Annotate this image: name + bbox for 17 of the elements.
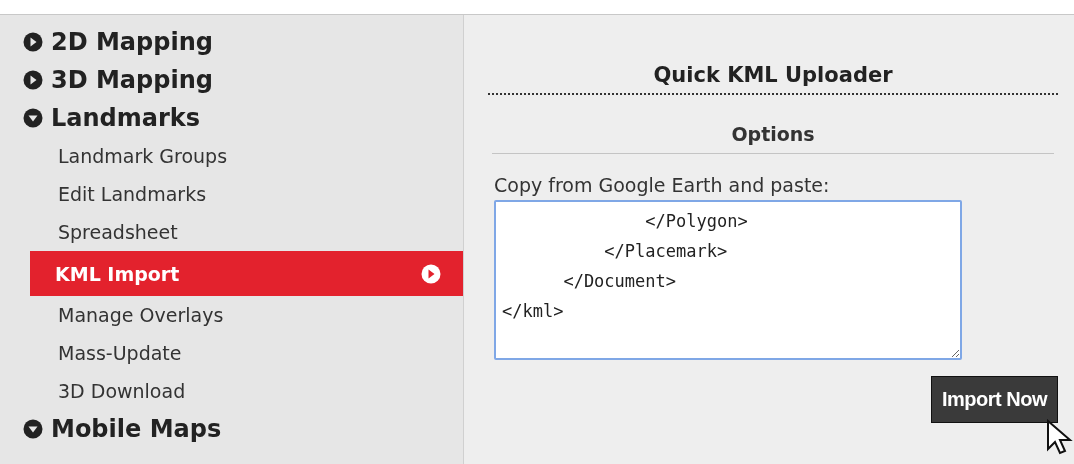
section-heading: Options [492, 123, 1054, 154]
menu-section[interactable]: 2D Mapping [19, 23, 463, 61]
play-icon [421, 263, 441, 284]
menu-item[interactable]: Landmark Groups [30, 137, 463, 175]
menu-item[interactable]: 3D Download [30, 372, 463, 410]
menu-item[interactable]: Mass-Update [30, 334, 463, 372]
menu-item[interactable]: Spreadsheet [30, 213, 463, 251]
menu-item[interactable]: KML Import [30, 251, 463, 296]
menu-section[interactable]: 3D Mapping [19, 61, 463, 99]
menu-item[interactable]: Edit Landmarks [30, 175, 463, 213]
import-button[interactable]: Import Now [931, 376, 1058, 423]
menu-section[interactable]: Mobile Maps [19, 410, 463, 448]
kml-input-field[interactable]: </Polygon> </Placemark> </Document> </kml> [494, 200, 962, 360]
menu-item[interactable]: Manage Overlays [30, 296, 463, 334]
panel-title: Quick KML Uploader [488, 55, 1058, 95]
field-label: Copy from Google Earth and paste: [494, 174, 831, 196]
menu-section[interactable]: Landmarks [19, 99, 463, 137]
